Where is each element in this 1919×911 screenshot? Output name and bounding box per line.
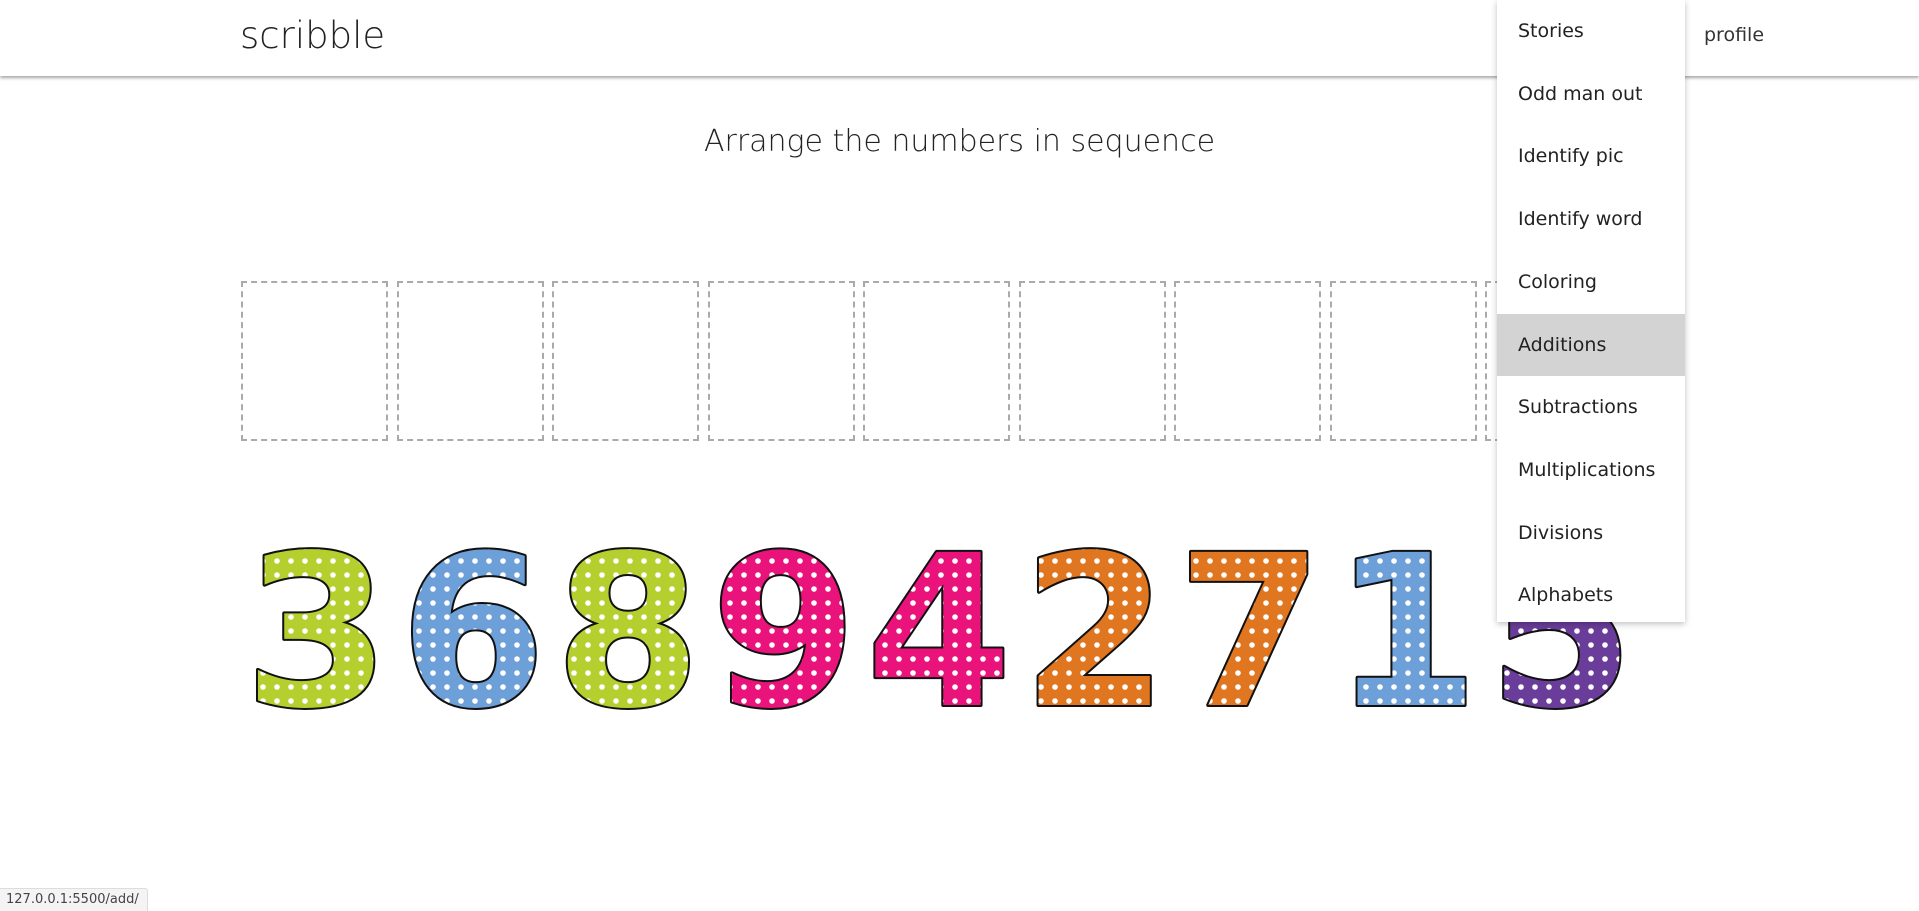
- drop-slot[interactable]: [241, 281, 388, 441]
- drop-slot[interactable]: [707, 281, 855, 441]
- menu-item-coloring[interactable]: Coloring: [1497, 251, 1685, 313]
- drop-slot[interactable]: [396, 281, 544, 441]
- number-glyph: 9: [710, 510, 856, 755]
- number-tiles: 368942715: [242, 508, 1650, 757]
- number-glyph: 7: [1177, 510, 1323, 755]
- number-glyph: 3: [244, 510, 390, 755]
- menu-item-identify-word[interactable]: Identify word: [1497, 188, 1685, 250]
- number-glyph: 1: [1332, 510, 1478, 755]
- number-tile[interactable]: 6: [397, 508, 547, 757]
- menu-item-alphabets[interactable]: Alphabets: [1497, 564, 1685, 626]
- answer-slots: [241, 281, 1501, 445]
- menu-item-multiplications[interactable]: Multiplications: [1497, 439, 1685, 501]
- number-tile[interactable]: 2: [1019, 508, 1169, 757]
- number-glyph: 6: [399, 510, 545, 755]
- number-glyph: 4: [866, 510, 1012, 755]
- menu-item-odd-man-out[interactable]: Odd man out: [1497, 63, 1685, 125]
- drop-slot[interactable]: [863, 281, 1010, 441]
- drop-slot[interactable]: [552, 281, 699, 441]
- brand-logo[interactable]: scribble: [240, 14, 385, 57]
- status-bar-url: 127.0.0.1:5500/add/: [0, 888, 148, 911]
- number-tile[interactable]: 4: [864, 508, 1014, 757]
- number-glyph: 8: [555, 510, 701, 755]
- menu-item-divisions[interactable]: Divisions: [1497, 502, 1685, 564]
- number-tile[interactable]: 8: [553, 508, 703, 757]
- drop-slot[interactable]: [1174, 281, 1321, 441]
- drop-slot[interactable]: [1018, 281, 1166, 441]
- number-tile[interactable]: 7: [1175, 508, 1325, 757]
- number-tile[interactable]: 9: [708, 508, 858, 757]
- menu-item-subtractions[interactable]: Subtractions: [1497, 376, 1685, 438]
- number-glyph: 2: [1021, 510, 1167, 755]
- menu-item-stories[interactable]: Stories: [1497, 0, 1685, 62]
- drop-slot[interactable]: [1329, 281, 1477, 441]
- nav-profile-link[interactable]: profile: [1704, 24, 1764, 46]
- menu-item-identify-pic[interactable]: Identify pic: [1497, 125, 1685, 187]
- number-tile[interactable]: 3: [242, 508, 392, 757]
- menu-item-additions[interactable]: Additions: [1497, 313, 1685, 376]
- games-dropdown-menu: Stories Odd man out Identify pic Identify w…: [1497, 0, 1685, 622]
- number-tile[interactable]: 1: [1330, 508, 1480, 757]
